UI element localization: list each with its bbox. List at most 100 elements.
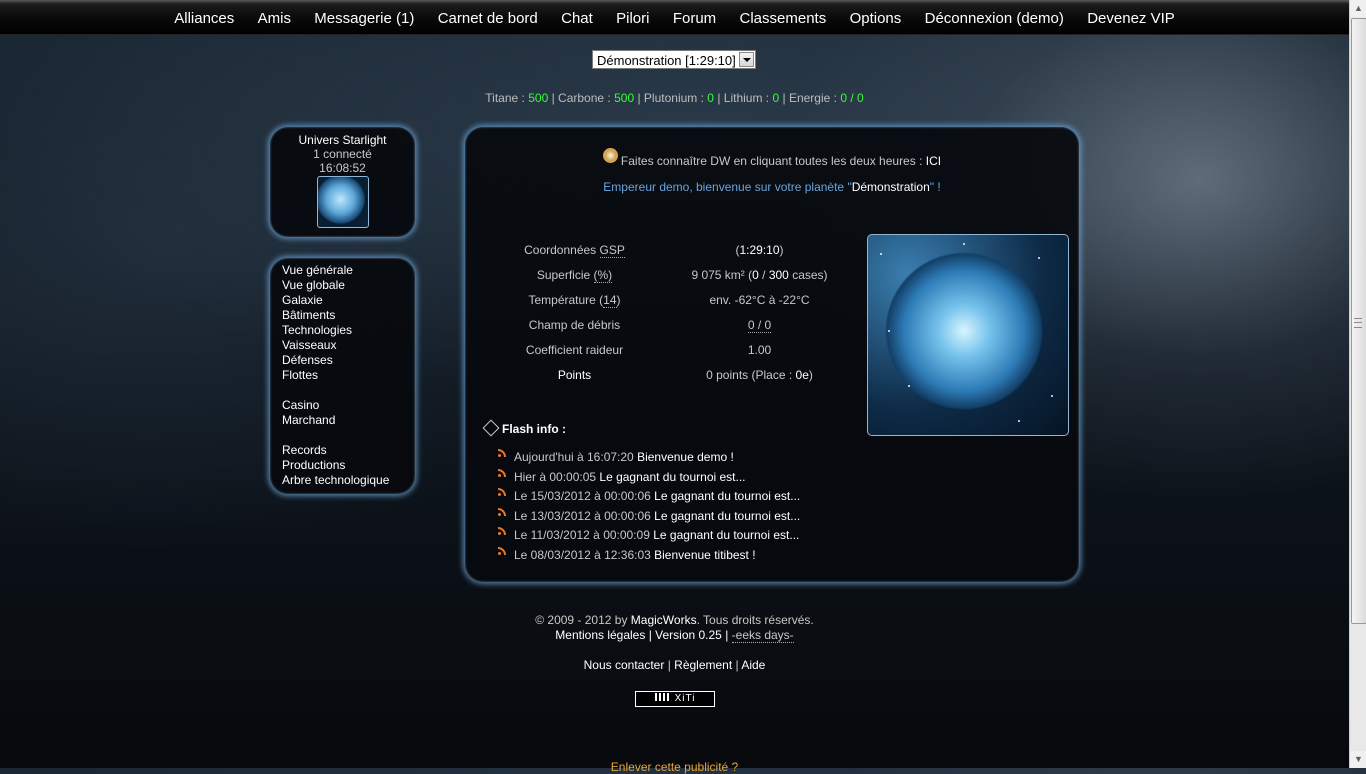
flash-info-title: Flash info :: [482, 419, 566, 437]
welcome-planet-name: Démonstration: [851, 180, 930, 194]
nav-messagerie[interactable]: Messagerie (1): [314, 0, 414, 38]
menu-productions[interactable]: Productions: [282, 458, 415, 473]
nav-chat[interactable]: Chat: [561, 0, 593, 38]
menu-flottes[interactable]: Flottes: [282, 368, 415, 383]
nav-forum[interactable]: Forum: [673, 0, 716, 38]
menu-casino[interactable]: Casino: [282, 398, 415, 413]
scroll-up-arrow-icon[interactable]: ▲: [1350, 0, 1366, 17]
flash-message[interactable]: Le gagnant du tournoi est...: [599, 470, 745, 484]
superficie-value: 9 075 km² (0 / 300 cases): [662, 262, 857, 287]
lithium-label: Lithium :: [723, 91, 773, 105]
side-menu: Vue générale Vue globale Galaxie Bâtimen…: [270, 258, 415, 494]
debris-value[interactable]: 0 / 0: [747, 317, 772, 333]
menu-batiments[interactable]: Bâtiments: [282, 308, 415, 323]
planet-image: [867, 234, 1069, 436]
nav-options[interactable]: Options: [850, 0, 902, 38]
energie-value: 0 / 0: [840, 91, 864, 105]
points-text: 0 points (Place :: [706, 367, 796, 382]
page-scrollbar[interactable]: ▲ ▼: [1349, 0, 1366, 768]
main-panel: Faites connaître DW en cliquant toutes l…: [465, 127, 1079, 582]
company-link[interactable]: MagicWorks: [631, 613, 697, 627]
menu-spacer: [282, 428, 415, 443]
rss-icon: [498, 468, 506, 477]
rss-icon: [498, 488, 506, 497]
planet-select[interactable]: Démonstration [1:29:10]: [592, 50, 756, 69]
energie-label: Energie :: [788, 91, 841, 105]
nav-classements[interactable]: Classements: [740, 0, 827, 38]
paren: ): [808, 367, 813, 382]
legal-link[interactable]: Mentions légales: [555, 628, 645, 642]
chevron-down-icon[interactable]: [739, 52, 754, 67]
temperature-value: env. -62°C à -22°C: [709, 292, 810, 307]
promo-link[interactable]: ICI: [926, 154, 941, 168]
separator: |: [634, 91, 644, 105]
points-place: 0e: [795, 367, 809, 382]
menu-defenses[interactable]: Défenses: [282, 353, 415, 368]
nav-deconnexion[interactable]: Déconnexion (demo): [925, 0, 1064, 38]
points-value: 0 points (Place : 0e): [662, 362, 857, 387]
nav-pilori[interactable]: Pilori: [616, 0, 649, 38]
nav-devenez-vip[interactable]: Devenez VIP: [1087, 0, 1175, 38]
copyright-line: © 2009 - 2012 by MagicWorks. Tous droits…: [0, 613, 1349, 628]
menu-technologies[interactable]: Technologies: [282, 323, 415, 338]
titane-label: Titane :: [485, 91, 529, 105]
server-time: 16:08:52: [319, 161, 366, 175]
menu-records[interactable]: Records: [282, 443, 415, 458]
separator: /: [758, 267, 769, 282]
flash-message[interactable]: Le gagnant du tournoi est...: [654, 509, 800, 523]
carbone-value: 500: [614, 91, 635, 105]
bar-chart-icon: [654, 693, 671, 701]
separator: |: [732, 658, 742, 672]
planet-thumbnail-icon[interactable]: [316, 176, 369, 228]
xiti-badge[interactable]: XiTi: [635, 691, 715, 707]
menu-arbre-technologique[interactable]: Arbre technologique: [282, 473, 415, 488]
geeks-days-link[interactable]: -eeks days-: [731, 628, 794, 643]
connected-count: 1 connecté: [313, 147, 372, 161]
welcome-prefix: Empereur demo, bienvenue sur votre planè…: [603, 180, 852, 194]
carbone-label: Carbone :: [558, 91, 615, 105]
menu-vue-globale[interactable]: Vue globale: [282, 278, 415, 293]
flash-date: Le 08/03/2012 à 12:36:03: [514, 547, 655, 562]
rss-icon: [498, 507, 506, 516]
rss-icon: [498, 449, 506, 457]
promo-text: Faites connaître DW en cliquant toutes l…: [620, 154, 926, 168]
nav-alliances[interactable]: Alliances: [174, 0, 234, 38]
separator: |: [664, 658, 675, 672]
remove-ad-link[interactable]: Enlever cette publicité ?: [0, 760, 1349, 774]
superficie-total: 300: [768, 267, 789, 282]
flash-date: Le 13/03/2012 à 00:00:06: [514, 508, 655, 523]
flash-date: Aujourd'hui à 16:07:20: [514, 450, 638, 464]
flash-message[interactable]: Bienvenue demo !: [637, 450, 734, 464]
superficie-label-text: Superficie: [536, 267, 594, 282]
list-item: Le 15/03/2012 à 00:00:06 Le gagnant du t…: [498, 487, 800, 507]
reglement-link[interactable]: Règlement: [674, 658, 732, 672]
flash-message[interactable]: Le gagnant du tournoi est...: [654, 489, 800, 503]
list-item: Hier à 00:00:05 Le gagnant du tournoi es…: [498, 468, 800, 488]
menu-vaisseaux[interactable]: Vaisseaux: [282, 338, 415, 353]
list-item: Le 08/03/2012 à 12:36:03 Bienvenue titib…: [498, 546, 800, 566]
coord-value-text: 1:29:10: [739, 242, 780, 257]
menu-spacer: [282, 383, 415, 398]
flash-message[interactable]: Bienvenue titibest !: [654, 548, 755, 562]
list-item: Le 13/03/2012 à 00:00:06 Le gagnant du t…: [498, 507, 800, 527]
nav-carnet-de-bord[interactable]: Carnet de bord: [438, 0, 538, 38]
superficie-abbr[interactable]: (%): [593, 267, 613, 283]
superficie-label: Superficie (%): [487, 262, 662, 287]
menu-vue-generale[interactable]: Vue générale: [282, 263, 415, 278]
aide-link[interactable]: Aide: [741, 658, 765, 672]
debris-label: Champ de débris: [528, 317, 621, 332]
scroll-down-arrow-icon[interactable]: ▼: [1350, 751, 1366, 768]
coord-value: (1:29:10): [662, 237, 857, 262]
welcome-line: Empereur demo, bienvenue sur votre planè…: [465, 180, 1079, 194]
temperature-abbr[interactable]: 14: [603, 292, 617, 308]
menu-marchand[interactable]: Marchand: [282, 413, 415, 428]
coord-abbr[interactable]: GSP: [599, 242, 625, 258]
flash-date: Le 11/03/2012 à 00:00:09: [514, 528, 654, 543]
table-row: Coefficient raideur 1.00: [487, 337, 857, 362]
contact-link[interactable]: Nous contacter: [584, 658, 665, 672]
paren: ): [779, 242, 784, 257]
menu-galaxie[interactable]: Galaxie: [282, 293, 415, 308]
nav-amis[interactable]: Amis: [258, 0, 291, 38]
flash-message[interactable]: Le gagnant du tournoi est...: [653, 528, 799, 542]
table-row: Points 0 points (Place : 0e): [487, 362, 857, 387]
